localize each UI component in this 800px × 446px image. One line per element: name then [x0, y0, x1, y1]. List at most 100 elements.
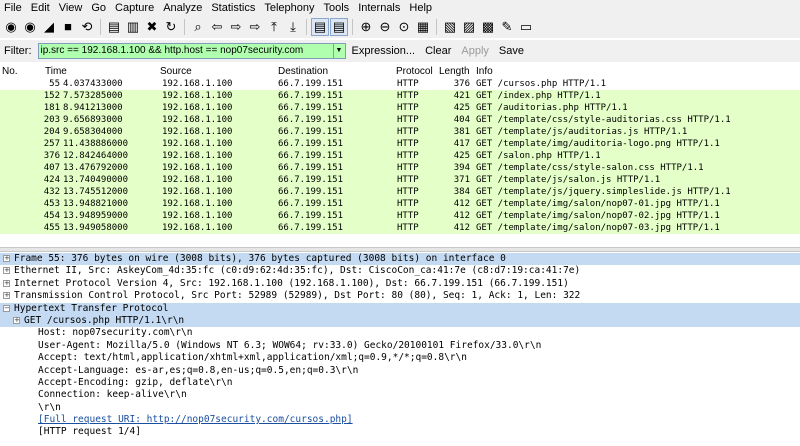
colorize-button[interactable]: ▤ — [311, 18, 329, 36]
zoom-in-button[interactable]: ⊕ — [357, 18, 375, 36]
zoom-out-button[interactable]: ⊖ — [376, 18, 394, 36]
resize-columns-button[interactable]: ▦ — [414, 18, 432, 36]
packet-row[interactable]: 257 11.438886000 192.168.1.100 66.7.199.151… — [0, 138, 800, 150]
interface-list-button[interactable]: ◉ — [2, 18, 20, 36]
menu-telephony[interactable]: Telephony — [260, 0, 319, 16]
packet-row[interactable]: 424 13.740490000 192.168.1.100 66.7.199.151… — [0, 174, 800, 186]
detail-tree-node[interactable]: + Transmission Control Protocol, Src Port… — [0, 290, 800, 302]
packet-row[interactable]: 376 12.842464000 192.168.1.100 66.7.199.151… — [0, 150, 800, 162]
clear-button[interactable]: Clear — [425, 45, 451, 57]
packet-length: 376 — [453, 79, 470, 89]
menu-statistics[interactable]: Statistics — [207, 0, 260, 16]
packet-time: 13.948821000 — [63, 199, 129, 209]
packet-row[interactable]: 455 13.949058000 192.168.1.100 66.7.199.151… — [0, 222, 800, 234]
detail-tree-node[interactable]: Accept-Encoding: gzip, deflate\r\n — [0, 377, 800, 389]
menu-edit[interactable]: Edit — [27, 0, 55, 16]
expand-icon[interactable]: + — [13, 316, 20, 324]
packet-row[interactable]: 204 9.658304000 192.168.1.100 66.7.199.151 H… — [0, 126, 800, 138]
start-capture-button[interactable]: ◢ — [40, 18, 58, 36]
expression-button[interactable]: Expression... — [352, 45, 416, 57]
detail-tree-node[interactable]: − Hypertext Transfer Protocol — [0, 302, 800, 315]
apply-button[interactable]: Apply — [461, 45, 489, 57]
packet-row[interactable]: 407 13.476792000 192.168.1.100 66.7.199.151… — [0, 162, 800, 174]
menu-help[interactable]: Help — [405, 0, 437, 16]
packet-destination: 66.7.199.151 — [278, 175, 344, 185]
filter-history-dropdown[interactable]: ▼ — [333, 43, 346, 59]
detail-tree-node[interactable]: + Internet Protocol Version 4, Src: 192.1… — [0, 278, 800, 290]
capture-filters-button[interactable]: ▧ — [441, 18, 459, 36]
menu-capture[interactable]: Capture — [111, 0, 159, 16]
menu-go[interactable]: Go — [87, 0, 111, 16]
find-packet-button[interactable]: ⌕ — [189, 18, 207, 36]
go-back-button[interactable]: ⇦ — [208, 18, 226, 36]
close-file-button[interactable]: ✖ — [143, 18, 161, 36]
detail-tree-node[interactable]: User-Agent: Mozilla/5.0 (Windows NT 6.3;… — [0, 340, 800, 352]
expand-icon[interactable]: + — [3, 292, 10, 300]
expand-icon[interactable]: + — [3, 267, 10, 275]
detail-text: Hypertext Transfer Protocol — [14, 302, 169, 314]
detail-tree-node[interactable]: [Full request URI: http://nop07security.… — [0, 414, 800, 426]
detail-tree-node[interactable]: + GET /cursos.php HTTP/1.1\r\n — [0, 314, 800, 328]
packet-protocol: HTTP — [397, 139, 419, 149]
zoom-in-icon: ⊕ — [360, 19, 372, 34]
save-button[interactable]: Save — [499, 45, 524, 57]
collapse-icon[interactable]: − — [3, 304, 10, 312]
column-header-info[interactable]: Info — [476, 65, 493, 78]
detail-tree-node[interactable]: + Ethernet II, Src: AskeyCom_4d:35:fc (c0… — [0, 265, 800, 277]
packet-length: 394 — [453, 163, 470, 173]
packet-row[interactable]: 55 4.037433000 192.168.1.100 66.7.199.151 HT… — [0, 78, 800, 90]
packet-details-tree[interactable]: + Frame 55: 376 bytes on wire (3008 bits)… — [0, 253, 800, 439]
column-header-no[interactable]: No. — [2, 65, 18, 78]
restart-capture-button[interactable]: ⟲ — [78, 18, 96, 36]
display-filter-input[interactable]: ip.src == 192.168.1.100 && http.host == … — [37, 43, 334, 59]
colorize-icon: ▤ — [313, 19, 327, 34]
column-header-source[interactable]: Source — [160, 65, 192, 78]
coloring-rules-button[interactable]: ▩ — [479, 18, 497, 36]
go-forward-button[interactable]: ⇨ — [227, 18, 245, 36]
menu-internals[interactable]: Internals — [354, 0, 405, 16]
menu-tools[interactable]: Tools — [320, 0, 355, 16]
packet-protocol: HTTP — [397, 211, 419, 221]
packet-row[interactable]: 432 13.745512000 192.168.1.100 66.7.199.151… — [0, 186, 800, 198]
preferences-button[interactable]: ✎ — [498, 18, 516, 36]
column-header-destination[interactable]: Destination — [278, 65, 328, 78]
save-file-button[interactable]: ▥ — [124, 18, 142, 36]
menu-analyze[interactable]: Analyze — [159, 0, 207, 16]
packet-no: 407 — [43, 163, 60, 173]
auto-scroll-button[interactable]: ▤ — [330, 18, 348, 36]
stop-capture-button[interactable]: ■ — [59, 18, 77, 36]
column-header-length[interactable]: Length — [439, 65, 470, 78]
last-packet-button[interactable]: ⤓ — [284, 18, 302, 36]
detail-tree-node[interactable]: + Frame 55: 376 bytes on wire (3008 bits)… — [0, 253, 800, 266]
detail-tree-node[interactable]: Accept-Language: es-ar,es;q=0.8,en-us;q=… — [0, 365, 800, 377]
expand-icon[interactable]: + — [3, 279, 10, 287]
go-to-packet-button[interactable]: ⇨ — [246, 18, 264, 36]
packet-row[interactable]: 454 13.948959000 192.168.1.100 66.7.199.151… — [0, 210, 800, 222]
packet-row[interactable]: 203 9.656893000 192.168.1.100 66.7.199.151 H… — [0, 114, 800, 126]
packet-row[interactable]: 181 8.941213000 192.168.1.100 66.7.199.151 H… — [0, 102, 800, 114]
detail-link[interactable]: [Full request URI: http://nop07security.… — [38, 414, 353, 426]
detail-tree-node[interactable]: Accept: text/html,application/xhtml+xml,… — [0, 352, 800, 364]
packet-length: 381 — [453, 127, 470, 137]
normal-size-button[interactable]: ⊙ — [395, 18, 413, 36]
column-header-time[interactable]: Time — [45, 65, 67, 78]
detail-tree-node[interactable]: [HTTP request 1/4] — [0, 426, 800, 438]
menu-view[interactable]: View — [55, 0, 88, 16]
packet-row[interactable]: 152 7.573285000 192.168.1.100 66.7.199.151 H… — [0, 90, 800, 102]
detail-tree-node[interactable]: Host: nop07security.com\r\n — [0, 327, 800, 339]
packet-row[interactable]: 453 13.948821000 192.168.1.100 66.7.199.151… — [0, 198, 800, 210]
display-filters-button[interactable]: ▨ — [460, 18, 478, 36]
open-file-button[interactable]: ▤ — [105, 18, 123, 36]
detail-tree-node[interactable]: Connection: keep-alive\r\n — [0, 389, 800, 401]
first-packet-button[interactable]: ⤒ — [265, 18, 283, 36]
pane-splitter[interactable] — [0, 247, 800, 252]
reload-button[interactable]: ↻ — [162, 18, 180, 36]
detail-tree-node[interactable]: \r\n — [0, 402, 800, 414]
packet-list[interactable]: 55 4.037433000 192.168.1.100 66.7.199.151 HT… — [0, 78, 800, 234]
expand-icon[interactable]: + — [3, 255, 10, 262]
packet-length: 425 — [453, 151, 470, 161]
column-header-protocol[interactable]: Protocol — [396, 65, 433, 78]
menu-file[interactable]: File — [0, 0, 27, 16]
help-button[interactable]: ▭ — [517, 18, 535, 36]
capture-options-button[interactable]: ◉ — [21, 18, 39, 36]
